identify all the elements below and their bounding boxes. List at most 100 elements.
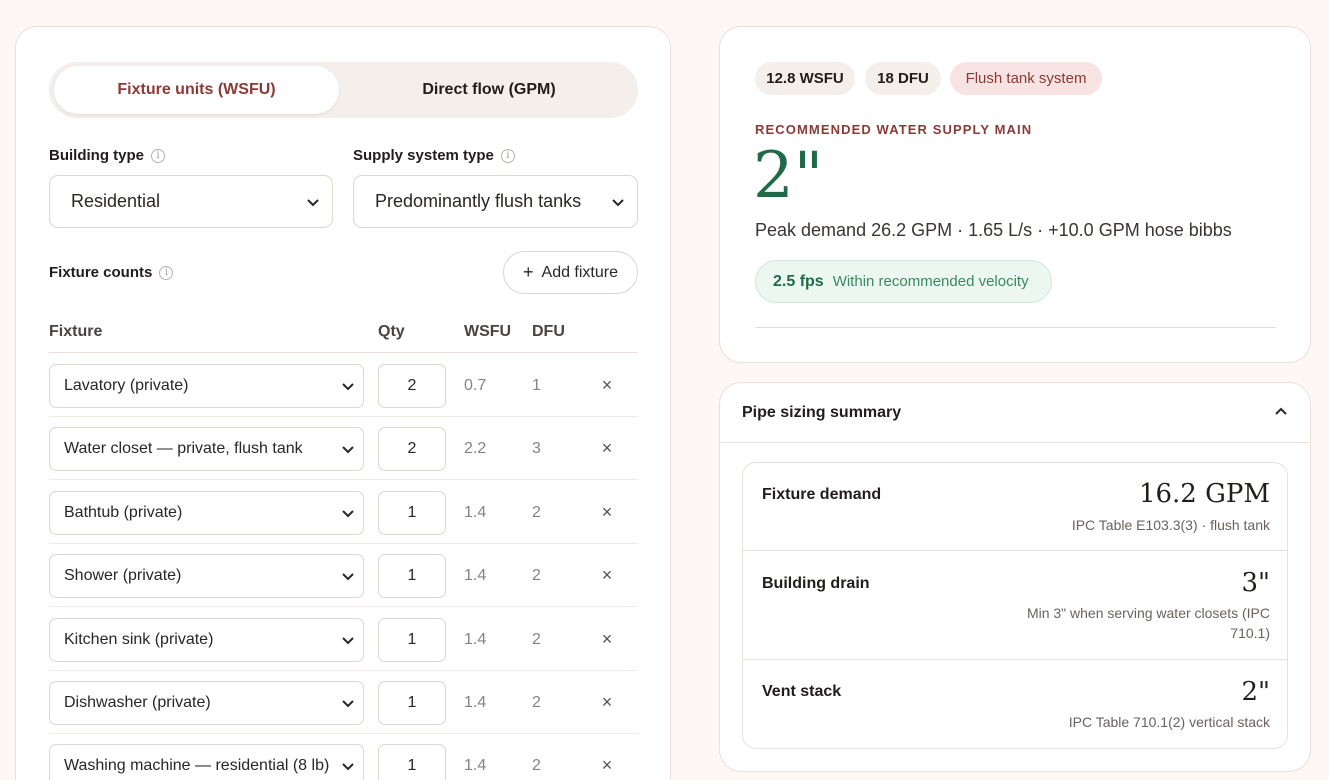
fixture-select[interactable]: Dishwasher (private) (49, 681, 364, 725)
building-type-select[interactable]: Residential (49, 175, 333, 228)
info-icon[interactable]: i (500, 148, 515, 163)
system-type-pill: Flush tank system (950, 62, 1102, 95)
wsfu-value: 1.4 (464, 757, 487, 774)
close-icon[interactable]: × (599, 629, 615, 650)
wsfu-value: 1.4 (464, 567, 487, 584)
building-type-value: Residential (71, 191, 161, 211)
chevron-down-icon (307, 198, 319, 206)
pipe-sizing-summary-card: Pipe sizing summary Fixture demand 16.2 … (719, 382, 1311, 772)
fixture-name: Water closet — private, flush tank (64, 440, 303, 457)
row-divider (49, 543, 638, 544)
add-fixture-button[interactable]: + Add fixture (503, 251, 638, 294)
wsfu-total-pill: 12.8 WSFU (755, 62, 855, 95)
supply-system-type-value: Predominantly flush tanks (375, 191, 582, 211)
column-header-qty: Qty (378, 323, 405, 340)
building-type-label: Building type i (49, 147, 165, 164)
summary-list: Fixture demand 16.2 GPM IPC Table E103.3… (742, 462, 1288, 749)
chevron-down-icon (612, 198, 624, 206)
chevron-down-icon (342, 573, 354, 581)
chevron-up-icon[interactable] (1274, 405, 1288, 419)
recommended-label: RECOMMENDED WATER SUPPLY MAIN (755, 122, 1033, 137)
dfu-value: 2 (532, 757, 541, 774)
summary-header[interactable]: Pipe sizing summary (720, 383, 1310, 443)
chevron-down-icon (342, 763, 354, 771)
close-icon[interactable]: × (599, 565, 615, 586)
dfu-value: 2 (532, 694, 541, 711)
column-header-dfu: DFU (532, 323, 565, 340)
chevron-down-icon (342, 510, 354, 518)
quantity-input[interactable]: 1 (378, 554, 446, 598)
summary-row-note: IPC Table 710.1(2) vertical stack (1068, 714, 1270, 730)
chevron-down-icon (342, 446, 354, 454)
close-icon[interactable]: × (599, 438, 615, 459)
fixture-select[interactable]: Lavatory (private) (49, 364, 364, 408)
quantity-input[interactable]: 1 (378, 491, 446, 535)
fixture-name: Lavatory (private) (64, 377, 189, 394)
summary-row-value: 2" (1241, 677, 1270, 707)
velocity-value: 2.5 fps (773, 272, 824, 290)
wsfu-value: 2.2 (464, 440, 487, 457)
tab-fixture-units[interactable]: Fixture units (WSFU) (54, 66, 339, 114)
close-icon[interactable]: × (599, 502, 615, 523)
fixture-name: Bathtub (private) (64, 504, 183, 521)
column-header-wsfu: WSFU (464, 323, 512, 340)
fixture-counts-label: Fixture counts i (49, 264, 174, 281)
quantity-input[interactable]: 1 (378, 681, 446, 725)
summary-row-value: 3" (1241, 568, 1270, 598)
summary-row-fixture-demand: Fixture demand 16.2 GPM IPC Table E103.3… (743, 463, 1287, 551)
supply-system-type-select[interactable]: Predominantly flush tanks (353, 175, 638, 228)
fixture-select[interactable]: Water closet — private, flush tank (49, 427, 364, 471)
plus-icon: + (523, 262, 534, 282)
info-icon[interactable]: i (159, 265, 174, 280)
fixture-select[interactable]: Bathtub (private) (49, 491, 364, 535)
quantity-input[interactable]: 1 (378, 618, 446, 662)
row-divider (49, 479, 638, 480)
row-divider (49, 606, 638, 607)
result-card: 12.8 WSFU 18 DFU Flush tank system RECOM… (719, 26, 1311, 363)
row-divider (49, 670, 638, 671)
quantity-input[interactable]: 1 (378, 744, 446, 780)
dfu-total-pill: 18 DFU (865, 62, 941, 95)
chevron-down-icon (342, 637, 354, 645)
wsfu-value: 1.4 (464, 504, 487, 521)
recommended-pipe-size: 2" (753, 139, 824, 213)
velocity-status: Within recommended velocity (832, 273, 1029, 290)
wsfu-value: 1.4 (464, 694, 487, 711)
supply-system-type-label-text: Supply system type (353, 147, 494, 164)
divider (755, 327, 1276, 328)
tab-direct-flow[interactable]: Direct flow (GPM) (345, 66, 633, 114)
column-header-fixture: Fixture (49, 323, 103, 340)
fixture-select[interactable]: Shower (private) (49, 554, 364, 598)
fixture-select[interactable]: Washing machine — residential (8 lb) (49, 744, 364, 780)
quantity-input[interactable]: 2 (378, 364, 446, 408)
dfu-value: 2 (532, 504, 541, 521)
fixture-input-card: Fixture units (WSFU) Direct flow (GPM) B… (15, 26, 671, 780)
fixture-name: Kitchen sink (private) (64, 631, 214, 648)
summary-row-note: Min 3" when serving water closets (IPC 7… (1026, 605, 1270, 641)
summary-row-building-drain: Building drain 3" Min 3" when serving wa… (743, 551, 1287, 660)
quantity-input[interactable]: 2 (378, 427, 446, 471)
close-icon[interactable]: × (599, 692, 615, 713)
summary-row-note: IPC Table E103.3(3) · flush tank (1071, 517, 1270, 533)
summary-row-label: Vent stack (762, 683, 842, 700)
fixture-name: Washing machine — residential (8 lb) (64, 757, 330, 774)
dfu-value: 3 (532, 440, 541, 457)
info-icon[interactable]: i (151, 148, 165, 163)
summary-row-label: Building drain (762, 575, 870, 592)
fixture-select[interactable]: Kitchen sink (private) (49, 618, 364, 662)
close-icon[interactable]: × (599, 375, 615, 396)
summary-title: Pipe sizing summary (742, 403, 902, 421)
summary-row-value: 16.2 GPM (1138, 479, 1270, 509)
table-header-divider (49, 352, 638, 353)
dfu-value: 1 (532, 377, 541, 394)
wsfu-value: 1.4 (464, 631, 487, 648)
chevron-down-icon (342, 700, 354, 708)
dfu-value: 2 (532, 567, 541, 584)
velocity-badge: 2.5 fps Within recommended velocity (755, 260, 1052, 303)
summary-row-label: Fixture demand (762, 486, 882, 503)
chevron-down-icon (342, 383, 354, 391)
mode-tabs: Fixture units (WSFU) Direct flow (GPM) (49, 62, 638, 118)
close-icon[interactable]: × (599, 755, 615, 776)
dfu-value: 2 (532, 631, 541, 648)
add-fixture-label: Add fixture (541, 263, 618, 281)
